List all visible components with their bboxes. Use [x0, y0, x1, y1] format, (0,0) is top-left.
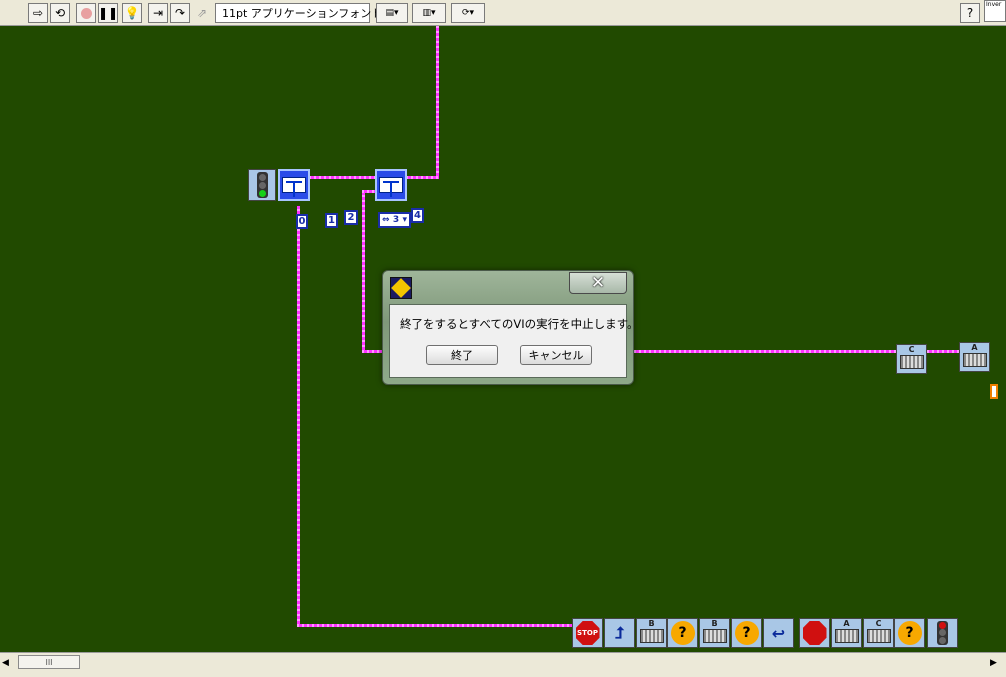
frame-number-constant[interactable]: 2 — [344, 210, 358, 225]
wire[interactable] — [297, 206, 300, 626]
exit-button[interactable]: 終了 — [426, 345, 498, 365]
highlight-execution-icon[interactable]: 💡 — [122, 3, 142, 23]
flat-sequence-icon[interactable] — [375, 169, 407, 201]
stop-block[interactable]: STOP — [572, 618, 603, 648]
chevron-down-icon: ▾ — [402, 215, 407, 225]
enum-selector[interactable]: ⇔ 3 ▾ — [378, 212, 411, 228]
help-icon[interactable]: ? — [960, 3, 980, 23]
scroll-right-icon[interactable]: ▶ — [990, 658, 997, 668]
context-help-field[interactable]: Inver — [984, 0, 1006, 22]
enum-selector-value: 3 — [392, 215, 400, 225]
wire[interactable] — [634, 350, 896, 353]
loop-icon[interactable]: ⮥ — [604, 618, 635, 648]
motor-block-b[interactable]: B — [699, 618, 730, 648]
font-dropdown[interactable]: 11pt アプリケーションフォント ▼ — [215, 3, 389, 23]
app-icon — [390, 277, 412, 299]
condition-block[interactable]: ? — [667, 618, 698, 648]
traffic-light-icon[interactable] — [927, 618, 958, 648]
scrollbar-thumb[interactable]: III — [18, 655, 80, 669]
output-terminal[interactable] — [990, 384, 998, 399]
step-out-icon[interactable]: ⇗ — [192, 3, 212, 23]
horizontal-scrollbar[interactable]: ◀ III ▶ — [0, 652, 1006, 677]
condition-block[interactable]: ? — [894, 618, 925, 648]
exit-confirmation-dialog: ✕ 終了をするとすべてのVIの実行を中止します。 終了 キャンセル — [382, 270, 639, 385]
question-mark-icon: ? — [734, 621, 759, 645]
block-label: C — [875, 619, 882, 628]
step-into-icon[interactable]: ↷ — [170, 3, 190, 23]
dialog-message: 終了をするとすべてのVIの実行を中止します。 — [400, 317, 639, 331]
motor-block-c[interactable]: C — [896, 344, 927, 374]
wire[interactable] — [309, 176, 377, 179]
abort-icon[interactable] — [76, 3, 96, 23]
wire[interactable] — [362, 190, 365, 352]
question-mark-icon: ? — [670, 621, 695, 645]
gear-icon — [866, 629, 891, 643]
frame-number-constant[interactable]: 0 — [296, 214, 308, 229]
block-label: A — [843, 619, 850, 628]
run-arrow-icon[interactable]: ⇨ — [28, 3, 48, 23]
toolbar: ⇨ ⟲ ❚❚ 💡 ⇥ ↷ ⇗ 11pt アプリケーションフォント ▼ ▤▾ ▥▾… — [0, 0, 1006, 26]
gear-icon — [899, 355, 924, 369]
motor-block-a[interactable]: A — [831, 618, 862, 648]
wire[interactable] — [436, 26, 439, 178]
enum-arrow-icon: ⇔ — [382, 215, 390, 225]
dialog-body: 終了をするとすべてのVIの実行を中止します。 終了 キャンセル — [389, 304, 639, 378]
pause-icon[interactable]: ❚❚ — [98, 3, 118, 23]
close-button[interactable]: ✕ — [569, 272, 627, 294]
retain-wire-values-icon[interactable]: ⇥ — [148, 3, 168, 23]
close-icon: ✕ — [590, 273, 606, 293]
help-label: ? — [966, 6, 974, 20]
stop-block[interactable] — [799, 618, 830, 648]
return-arrow-icon[interactable]: ↩ — [763, 618, 794, 648]
frame-number-constant[interactable]: 1 — [325, 213, 338, 228]
motor-block-c[interactable]: C — [863, 618, 894, 648]
question-mark-icon: ? — [897, 621, 922, 645]
condition-block[interactable]: ? — [731, 618, 762, 648]
gear-icon — [639, 629, 664, 643]
cancel-button[interactable]: キャンセル — [520, 345, 592, 365]
reorder-icon[interactable]: ⟳▾ — [451, 3, 485, 23]
gear-icon — [702, 629, 727, 643]
block-label: B — [648, 619, 655, 628]
frame-number-constant[interactable]: 4 — [411, 208, 424, 223]
stop-icon: STOP — [575, 621, 600, 645]
wire[interactable] — [362, 350, 384, 353]
traffic-light-icon[interactable] — [248, 169, 276, 201]
scroll-left-icon[interactable]: ◀ — [2, 658, 9, 668]
wire[interactable] — [927, 350, 960, 353]
gear-icon — [834, 629, 859, 643]
wire[interactable] — [297, 624, 572, 627]
distribute-objects-icon[interactable]: ▥▾ — [412, 3, 446, 23]
block-label: C — [908, 345, 915, 354]
flat-sequence-icon[interactable] — [278, 169, 310, 201]
font-dropdown-value: 11pt アプリケーションフォント — [222, 7, 383, 20]
align-objects-icon[interactable]: ▤▾ — [376, 3, 408, 23]
block-label: B — [711, 619, 718, 628]
gear-icon — [962, 353, 987, 367]
block-label: A — [971, 343, 978, 352]
stop-icon — [802, 621, 827, 645]
wire[interactable] — [406, 176, 439, 179]
motor-block-b[interactable]: B — [636, 618, 667, 648]
run-continuously-icon[interactable]: ⟲ — [50, 3, 70, 23]
motor-block-a[interactable]: A — [959, 342, 990, 372]
